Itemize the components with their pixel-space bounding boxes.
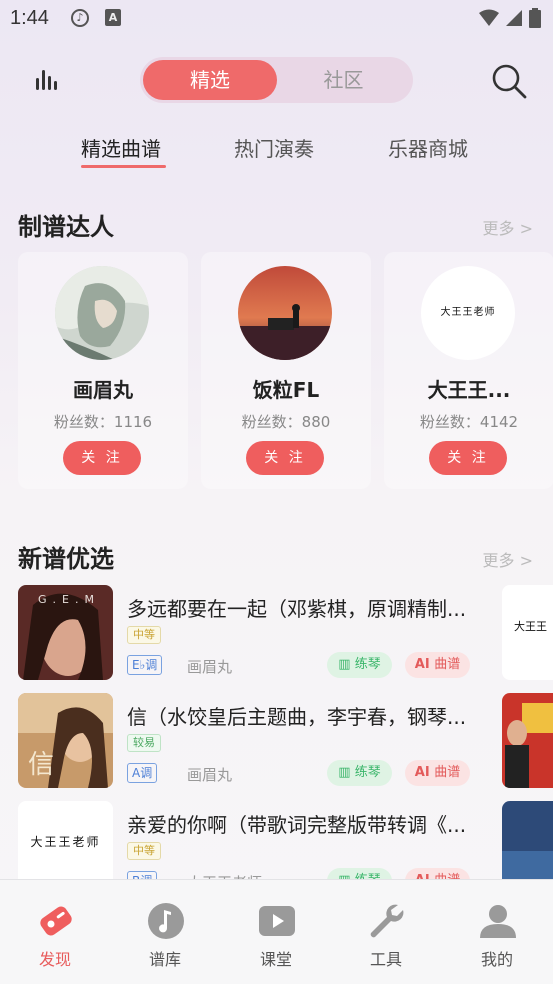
ai-icon: AI bbox=[414, 765, 435, 780]
expert-name: 画眉丸 bbox=[73, 378, 133, 402]
segment-switch: 精选 社区 bbox=[140, 57, 413, 103]
score-button[interactable]: AI 曲谱 bbox=[405, 652, 470, 678]
signal-icon bbox=[506, 10, 522, 26]
difficulty-badge: 中等 bbox=[127, 842, 161, 860]
difficulty-badge: 中等 bbox=[127, 626, 161, 644]
key-badge: A调 bbox=[127, 763, 158, 783]
follow-button[interactable]: 关 注 bbox=[63, 441, 141, 475]
expert-fans: 粉丝数：880 bbox=[241, 413, 331, 431]
music-note-icon bbox=[148, 903, 184, 939]
avatar bbox=[238, 266, 332, 360]
song-cover: G.E.M bbox=[18, 585, 113, 680]
expert-card[interactable]: 大王王老师 大王王... 粉丝数：4142 关 注 bbox=[384, 252, 553, 489]
expert-name: 大王王... bbox=[427, 378, 511, 402]
nav-label: 工具 bbox=[369, 950, 402, 969]
segment-community[interactable]: 社区 bbox=[277, 60, 410, 100]
search-icon[interactable] bbox=[490, 62, 528, 100]
song-author: 画眉丸 bbox=[187, 766, 233, 784]
follow-button[interactable]: 关 注 bbox=[246, 441, 324, 475]
music-status-icon: ♪ bbox=[71, 9, 89, 27]
experts-more-link[interactable]: 更多 > bbox=[483, 215, 534, 239]
piano-icon: ▥ bbox=[338, 657, 355, 672]
practice-button[interactable]: ▥ 练琴 bbox=[327, 760, 392, 786]
battery-icon bbox=[529, 8, 541, 28]
nav-label: 课堂 bbox=[259, 950, 292, 969]
avatar: 大王王老师 bbox=[421, 266, 515, 360]
equalizer-icon[interactable] bbox=[34, 68, 60, 92]
nav-label: 我的 bbox=[480, 950, 513, 969]
tab-hot-performance[interactable]: 热门演奏 bbox=[234, 133, 314, 162]
nav-profile[interactable]: 我的 bbox=[442, 880, 552, 984]
status-bar: 1:44 ♪ A bbox=[0, 0, 553, 38]
expert-fans: 粉丝数：1116 bbox=[53, 413, 153, 431]
song-author: 画眉丸 bbox=[187, 658, 233, 676]
avatar bbox=[55, 266, 149, 360]
profile-icon bbox=[480, 905, 516, 938]
song-cover: 信 bbox=[18, 693, 113, 788]
section-title-new-scores: 新谱优选 bbox=[18, 545, 114, 573]
side-cover[interactable]: 大王王 bbox=[502, 585, 553, 680]
video-play-icon bbox=[259, 906, 295, 936]
difficulty-badge: 较易 bbox=[127, 734, 161, 752]
nav-tools[interactable]: 工具 bbox=[331, 880, 441, 984]
practice-button[interactable]: ▥ 练琴 bbox=[327, 652, 392, 678]
list-item[interactable]: 信 信（水饺皇后主题曲，李宇春，钢琴... 较易 A调 画眉丸 ▥ 练琴 AI … bbox=[0, 693, 553, 793]
new-scores-more-link[interactable]: 更多 > bbox=[483, 547, 534, 571]
keyboard-status-icon: A bbox=[105, 9, 121, 26]
nav-classroom[interactable]: 课堂 bbox=[221, 880, 331, 984]
score-button[interactable]: AI 曲谱 bbox=[405, 760, 470, 786]
tab-underline bbox=[81, 165, 166, 168]
piano-icon: ▥ bbox=[338, 765, 355, 780]
side-cover[interactable] bbox=[502, 693, 553, 788]
nav-discover[interactable]: 发现 bbox=[0, 880, 110, 984]
expert-fans: 粉丝数：4142 bbox=[419, 413, 519, 431]
discover-icon bbox=[40, 906, 72, 936]
nav-label: 谱库 bbox=[148, 950, 181, 969]
segment-featured[interactable]: 精选 bbox=[143, 60, 277, 100]
song-title: 信（水饺皇后主题曲，李宇春，钢琴... bbox=[127, 705, 467, 729]
status-time: 1:44 bbox=[10, 7, 49, 29]
tab-instrument-store[interactable]: 乐器商城 bbox=[388, 133, 468, 162]
ai-icon: AI bbox=[414, 657, 435, 672]
follow-button[interactable]: 关 注 bbox=[429, 441, 507, 475]
nav-label: 发现 bbox=[38, 950, 71, 969]
section-title-experts: 制谱达人 bbox=[18, 213, 114, 241]
song-title: 多远都要在一起（邓紫棋，原调精制... bbox=[127, 597, 467, 621]
expert-card[interactable]: 画眉丸 粉丝数：1116 关 注 bbox=[18, 252, 188, 489]
wrench-icon bbox=[370, 904, 404, 938]
bottom-nav: 发现 谱库 课堂 工具 我的 bbox=[0, 879, 553, 984]
tab-featured-scores[interactable]: 精选曲谱 bbox=[81, 133, 161, 162]
expert-card[interactable]: 饭粒FL 粉丝数：880 关 注 bbox=[201, 252, 371, 489]
nav-library[interactable]: 谱库 bbox=[110, 880, 220, 984]
key-badge: E♭调 bbox=[127, 655, 163, 675]
svg-text:信: 信 bbox=[28, 750, 54, 780]
list-item[interactable]: G.E.M 多远都要在一起（邓紫棋，原调精制... 中等 E♭调 画眉丸 ▥ 练… bbox=[0, 585, 553, 685]
expert-name: 饭粒FL bbox=[252, 378, 320, 402]
svg-text:G.E.M: G.E.M bbox=[38, 593, 100, 606]
song-title: 亲爱的你啊（带歌词完整版带转调《... bbox=[127, 813, 467, 837]
wifi-icon bbox=[479, 9, 499, 26]
